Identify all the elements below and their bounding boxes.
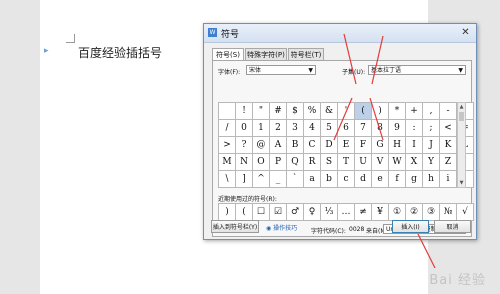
- arrow-to-open-paren: [343, 33, 357, 85]
- arrow-to-close-paren: [371, 35, 384, 85]
- arrow-to-insert: [417, 233, 436, 269]
- arrow-from-close-paren: [369, 97, 384, 141]
- annotation-arrows: [333, 33, 436, 269]
- watermark: Bai 经验: [429, 273, 486, 288]
- arrow-from-open-paren: [333, 97, 353, 141]
